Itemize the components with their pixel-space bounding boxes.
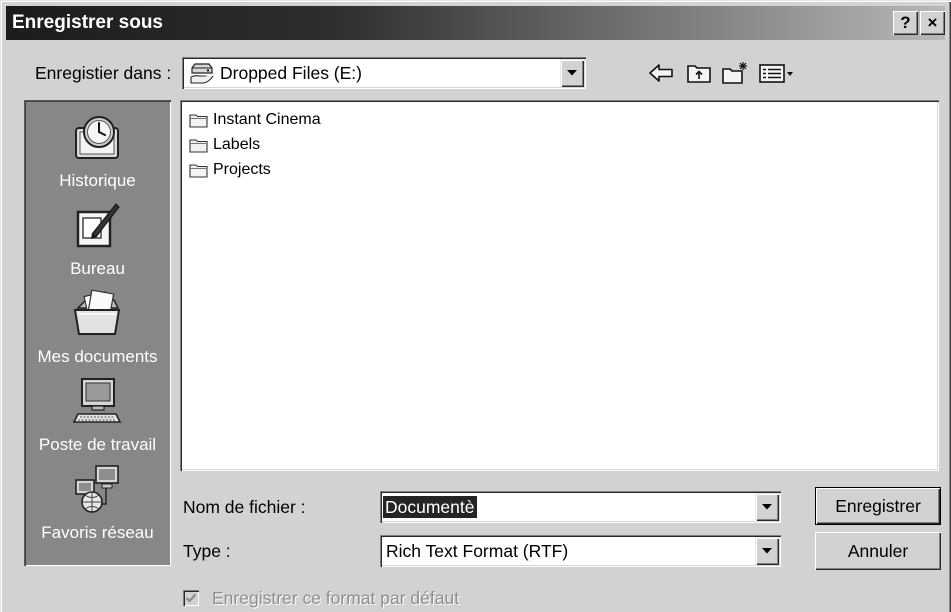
folder-icon	[189, 139, 208, 153]
save-button[interactable]: Enregistrer	[815, 487, 941, 525]
view-menu-icon	[759, 64, 793, 83]
close-button-label: ×	[927, 13, 938, 32]
save-as-dialog: Enregistrer sous ? × Enregistier dans : …	[0, 0, 951, 612]
place-label: Favoris réseau	[41, 523, 154, 542]
view-menu-button[interactable]	[757, 59, 795, 87]
chevron-down-icon	[762, 504, 772, 510]
filetype-dropdown-button[interactable]	[755, 537, 779, 565]
place-desktop[interactable]: Bureau	[24, 192, 171, 280]
folder-icon	[189, 164, 208, 178]
back-button[interactable]	[646, 59, 676, 87]
default-format-checkbox[interactable]	[183, 590, 199, 606]
history-icon	[75, 116, 119, 159]
save-button-label: Enregistrer	[835, 496, 921, 516]
filename-input[interactable]: Documentè	[380, 491, 781, 523]
title-bar[interactable]: Enregistrer sous ? ×	[6, 6, 945, 40]
up-folder-icon	[687, 65, 711, 83]
save-in-value: Dropped Files (E:)	[220, 63, 362, 83]
help-button[interactable]: ?	[893, 11, 918, 35]
place-label: Mes documents	[37, 347, 158, 366]
my-computer-icon	[72, 378, 122, 423]
list-item[interactable]: Projects	[189, 159, 271, 181]
save-in-dropdown-button[interactable]	[560, 59, 584, 87]
filetype-value: Rich Text Format (RTF)	[386, 541, 569, 561]
back-arrow-icon	[649, 64, 673, 82]
place-label: Historique	[59, 171, 136, 190]
place-my-computer[interactable]: Poste de travail	[24, 368, 171, 456]
network-places-icon	[75, 465, 119, 513]
file-name: Projects	[213, 161, 271, 178]
place-label: Bureau	[70, 259, 125, 278]
shared-drive-icon	[190, 63, 214, 84]
my-documents-icon	[73, 289, 121, 335]
default-format-label: Enregistrer ce format par défaut	[212, 588, 460, 608]
filetype-select[interactable]: Rich Text Format (RTF)	[380, 535, 781, 567]
save-in-combo[interactable]: Dropped Files (E:)	[182, 57, 586, 89]
place-history[interactable]: Historique	[24, 104, 171, 192]
filename-label: Nom de fichier :	[183, 497, 306, 517]
place-network[interactable]: Favoris réseau	[24, 456, 171, 544]
file-name: Labels	[213, 136, 261, 153]
chevron-down-icon	[762, 548, 772, 554]
new-folder-icon	[722, 62, 747, 84]
filename-dropdown-button[interactable]	[755, 493, 779, 521]
file-list[interactable]: Instant Cinema Labels Projects	[180, 100, 939, 471]
place-my-documents[interactable]: Mes documents	[24, 280, 171, 368]
help-button-label: ?	[900, 13, 911, 32]
save-in-label: Enregistier dans :	[35, 63, 172, 83]
close-button[interactable]: ×	[920, 11, 945, 35]
window-title: Enregistrer sous	[12, 12, 163, 33]
folder-icon	[189, 114, 208, 128]
desktop-icon	[76, 203, 120, 248]
cancel-button-label: Annuler	[847, 541, 909, 561]
new-folder-button[interactable]	[720, 59, 750, 87]
filename-value: Documentè	[383, 496, 477, 518]
up-one-level-button[interactable]	[684, 59, 714, 87]
places-bar: Historique Bureau Mes documents Poste de…	[24, 100, 171, 566]
place-label: Poste de travail	[38, 435, 157, 454]
list-item[interactable]: Labels	[189, 134, 260, 156]
chevron-down-icon	[567, 70, 577, 76]
list-item[interactable]: Instant Cinema	[189, 109, 321, 131]
default-format-checkmark	[185, 593, 197, 603]
file-name: Instant Cinema	[213, 111, 321, 128]
cancel-button[interactable]: Annuler	[815, 532, 941, 570]
filetype-label: Type :	[183, 541, 231, 561]
